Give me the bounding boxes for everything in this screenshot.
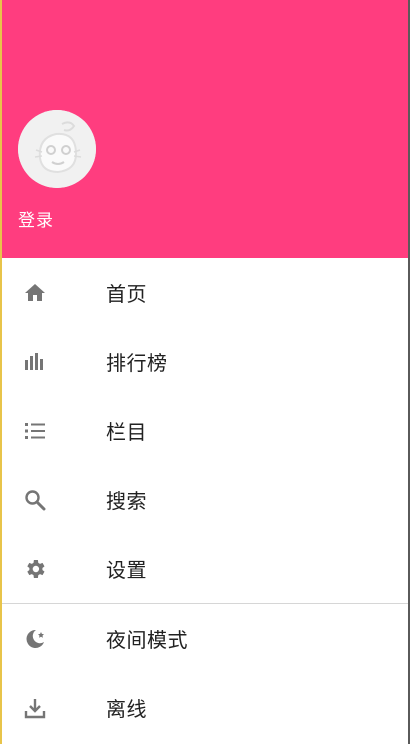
menu-item-label: 首页 <box>106 282 147 306</box>
login-link[interactable]: 登录 <box>18 206 54 231</box>
menu-item-columns[interactable]: 栏目 <box>2 396 408 465</box>
avatar[interactable] <box>18 110 96 188</box>
home-icon <box>22 280 48 306</box>
moon-icon <box>22 626 48 652</box>
navigation-drawer: 登录 首页 排行榜 栏目 搜索 设置 夜间模式 离线 <box>2 0 408 744</box>
menu-item-label: 排行榜 <box>106 351 168 375</box>
search-icon <box>22 487 48 513</box>
menu-item-label: 搜索 <box>106 489 147 513</box>
menu-item-label: 设置 <box>106 558 147 582</box>
gear-icon <box>22 556 48 582</box>
menu-item-home[interactable]: 首页 <box>2 258 408 327</box>
menu-item-offline[interactable]: 离线 <box>2 673 408 742</box>
menu-item-label: 夜间模式 <box>106 628 188 652</box>
list-icon <box>22 418 48 444</box>
menu-item-night-mode[interactable]: 夜间模式 <box>2 604 408 673</box>
menu-item-ranking[interactable]: 排行榜 <box>2 327 408 396</box>
menu-item-settings[interactable]: 设置 <box>2 534 408 603</box>
cartoon-avatar-icon <box>18 110 96 188</box>
menu-item-label: 栏目 <box>106 420 147 444</box>
menu-item-search[interactable]: 搜索 <box>2 465 408 534</box>
download-icon <box>22 695 48 721</box>
menu-item-label: 离线 <box>106 697 147 721</box>
bar-chart-icon <box>22 349 48 375</box>
drawer-header: 登录 <box>2 0 408 258</box>
drawer-menu: 首页 排行榜 栏目 搜索 设置 夜间模式 离线 <box>2 258 408 742</box>
